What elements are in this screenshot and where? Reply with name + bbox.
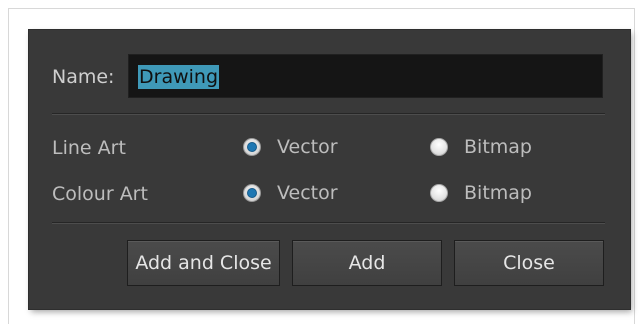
line-art-label: Line Art xyxy=(52,137,126,159)
add-button[interactable]: Add xyxy=(292,240,442,286)
separator-top xyxy=(52,113,605,115)
colour-art-vector-radio[interactable]: Vector xyxy=(243,182,338,204)
add-drawing-dialog: Name: Drawing Line Art Vector Bitmap Col… xyxy=(29,30,630,309)
line-art-bitmap-radio[interactable]: Bitmap xyxy=(430,136,532,158)
radio-checked-icon[interactable] xyxy=(243,138,261,156)
radio-unchecked-icon[interactable] xyxy=(430,184,448,202)
colour-art-vector-label: Vector xyxy=(277,182,338,204)
colour-art-bitmap-radio[interactable]: Bitmap xyxy=(430,182,532,204)
add-and-close-button[interactable]: Add and Close xyxy=(127,240,280,286)
name-input-value[interactable]: Drawing xyxy=(138,65,220,89)
radio-checked-icon[interactable] xyxy=(243,184,261,202)
colour-art-label: Colour Art xyxy=(52,183,148,205)
close-button[interactable]: Close xyxy=(454,240,604,286)
colour-art-bitmap-label: Bitmap xyxy=(464,182,532,204)
radio-unchecked-icon[interactable] xyxy=(430,138,448,156)
line-art-vector-label: Vector xyxy=(277,136,338,158)
line-art-vector-radio[interactable]: Vector xyxy=(243,136,338,158)
separator-bottom xyxy=(52,222,605,224)
name-input[interactable]: Drawing xyxy=(128,54,603,98)
name-label: Name: xyxy=(52,66,115,88)
line-art-bitmap-label: Bitmap xyxy=(464,136,532,158)
